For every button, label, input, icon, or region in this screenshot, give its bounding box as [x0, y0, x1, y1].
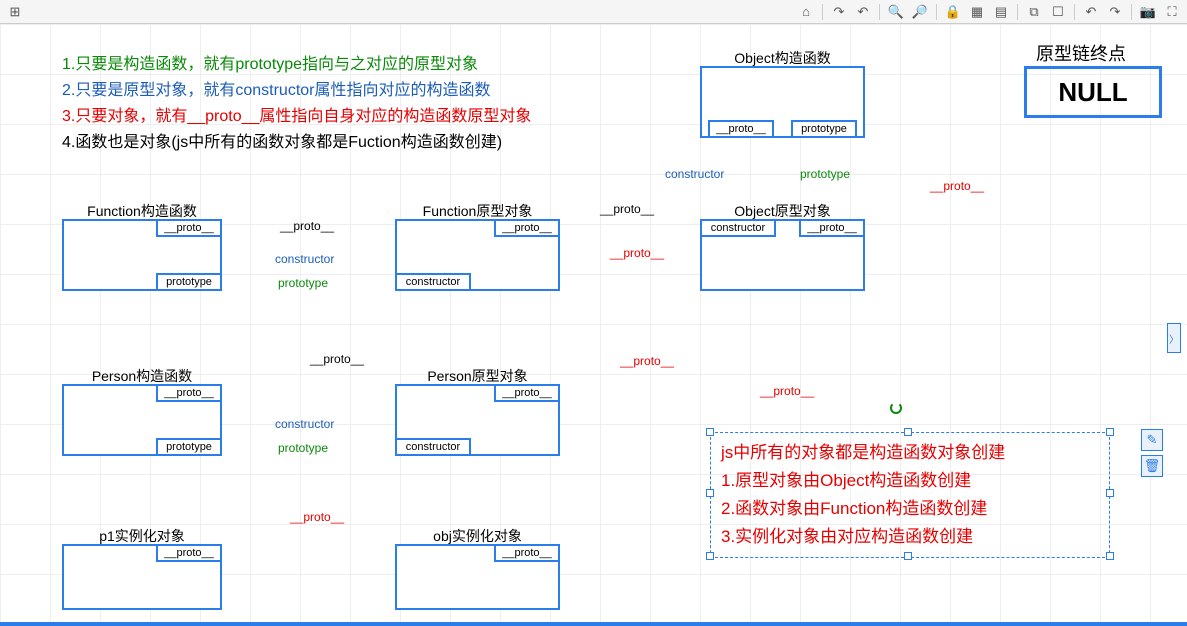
textbox-line: 2.函数对象由Function构造函数创建 — [721, 495, 1099, 523]
constructor-slot: constructor — [700, 219, 776, 237]
delete-shape-button[interactable]: 🗑 — [1141, 455, 1163, 477]
edge-label-proto: __proto__ — [760, 384, 814, 398]
grid-icon[interactable]: ▦ — [966, 2, 988, 22]
selection-handle[interactable] — [706, 552, 714, 560]
rotate-handle-icon[interactable] — [890, 402, 902, 414]
proto-slot: __proto__ — [156, 384, 222, 402]
null-box[interactable]: NULL — [1024, 66, 1162, 118]
object-prototype-box[interactable]: Object原型对象 constructor __proto__ — [700, 219, 865, 291]
redo-icon[interactable]: ↷ — [1104, 2, 1126, 22]
selection-handle[interactable] — [1106, 428, 1114, 436]
box-title: Person原型对象 — [397, 366, 558, 386]
function-constructor-box[interactable]: Function构造函数 __proto__ prototype — [62, 219, 222, 291]
selection-handle[interactable] — [1106, 552, 1114, 560]
constructor-slot: constructor — [395, 273, 471, 291]
fullscreen-icon[interactable]: ⛶ — [1161, 2, 1183, 22]
edge-label-constructor: constructor — [275, 417, 334, 431]
box-title: Object构造函数 — [702, 48, 863, 68]
box-title: p1实例化对象 — [64, 526, 220, 546]
edge-label-prototype: prototype — [278, 441, 328, 455]
edge-label-constructor: constructor — [275, 252, 334, 266]
legend-notes: 1.只要是构造函数，就有prototype指向与之对应的原型对象 2.只要是原型… — [62, 52, 531, 156]
zoom-out-icon[interactable]: 🔎 — [909, 2, 931, 22]
proto-slot: __proto__ — [494, 544, 560, 562]
null-title: 原型链终点 — [1036, 40, 1126, 66]
toolbar: ⊞ ⌂ ↷ ↶ 🔍 🔎 🔒 ▦ ▤ ⧉ ☐ ↶ ↷ 📷 ⛶ — [0, 0, 1187, 24]
note-1: 1.只要是构造函数，就有prototype指向与之对应的原型对象 — [62, 52, 531, 78]
function-prototype-box[interactable]: Function原型对象 __proto__ constructor — [395, 219, 560, 291]
edge-label-proto: __proto__ — [620, 354, 674, 368]
box-title: obj实例化对象 — [397, 526, 558, 546]
zoom-in-icon[interactable]: 🔍 — [885, 2, 907, 22]
edge-label-prototype: prototype — [278, 276, 328, 290]
selection-handle[interactable] — [904, 552, 912, 560]
camera-icon[interactable]: 📷 — [1137, 2, 1159, 22]
edge-label-constructor: constructor — [665, 167, 724, 181]
edge-label-proto: __proto__ — [600, 202, 654, 216]
textbox-line: 1.原型对象由Object构造函数创建 — [721, 467, 1099, 495]
selection-handle[interactable] — [706, 489, 714, 497]
selection-handle[interactable] — [1106, 489, 1114, 497]
p1-instance-box[interactable]: p1实例化对象 __proto__ — [62, 544, 222, 610]
prototype-slot: prototype — [791, 120, 857, 138]
prototype-slot: prototype — [156, 438, 222, 456]
edge-label-proto: __proto__ — [310, 352, 364, 366]
object-constructor-box[interactable]: Object构造函数 __proto__ prototype — [700, 66, 865, 138]
ruler-icon[interactable]: ⊞ — [4, 2, 26, 22]
shape-action-buttons: ✎ 🗑 — [1141, 429, 1163, 477]
proto-slot: __proto__ — [156, 544, 222, 562]
prototype-slot: prototype — [156, 273, 222, 291]
select-icon[interactable]: ☐ — [1047, 2, 1069, 22]
obj-instance-box[interactable]: obj实例化对象 __proto__ — [395, 544, 560, 610]
edge-label-proto: __proto__ — [280, 219, 334, 233]
edge-label-proto: __proto__ — [610, 246, 664, 260]
lock-icon[interactable]: 🔒 — [942, 2, 964, 22]
textbox-line: js中所有的对象都是构造函数对象创建 — [721, 439, 1099, 467]
box-title: Person构造函数 — [64, 366, 220, 386]
box-title: Object原型对象 — [702, 201, 863, 221]
undo-icon[interactable]: ↶ — [1080, 2, 1102, 22]
selection-handle[interactable] — [904, 428, 912, 436]
home-icon[interactable]: ⌂ — [795, 2, 817, 22]
selection-handle[interactable] — [706, 428, 714, 436]
edge-label-proto: __proto__ — [930, 179, 984, 193]
proto-slot: __proto__ — [156, 219, 222, 237]
proto-slot: __proto__ — [494, 219, 560, 237]
edge-label-proto: __proto__ — [290, 510, 344, 524]
edge-label-prototype: prototype — [800, 167, 850, 181]
note-2: 2.只要是原型对象，就有constructor属性指向对应的构造函数 — [62, 78, 531, 104]
diagram-canvas[interactable]: 1.只要是构造函数，就有prototype指向与之对应的原型对象 2.只要是原型… — [0, 24, 1187, 622]
bottom-bar — [0, 622, 1187, 626]
constructor-slot: constructor — [395, 438, 471, 456]
undo2-icon[interactable]: ↶ — [852, 2, 874, 22]
explanation-textbox[interactable]: js中所有的对象都是构造函数对象创建 1.原型对象由Object构造函数创建 2… — [710, 432, 1110, 558]
expand-panel-icon[interactable]: 〉 — [1167, 323, 1181, 353]
copy-icon[interactable]: ⧉ — [1023, 2, 1045, 22]
person-constructor-box[interactable]: Person构造函数 __proto__ prototype — [62, 384, 222, 456]
person-prototype-box[interactable]: Person原型对象 __proto__ constructor — [395, 384, 560, 456]
redo2-icon[interactable]: ↷ — [828, 2, 850, 22]
textbox-line: 3.实例化对象由对应构造函数创建 — [721, 523, 1099, 551]
layers-icon[interactable]: ▤ — [990, 2, 1012, 22]
proto-slot: __proto__ — [494, 384, 560, 402]
note-4: 4.函数也是对象(js中所有的函数对象都是Fuction构造函数创建) — [62, 130, 531, 156]
note-3: 3.只要对象，就有__proto__属性指向自身对应的构造函数原型对象 — [62, 104, 531, 130]
box-title: Function构造函数 — [64, 201, 220, 221]
edit-shape-button[interactable]: ✎ — [1141, 429, 1163, 451]
proto-slot: __proto__ — [708, 120, 774, 138]
proto-slot: __proto__ — [799, 219, 865, 237]
box-title: Function原型对象 — [397, 201, 558, 221]
